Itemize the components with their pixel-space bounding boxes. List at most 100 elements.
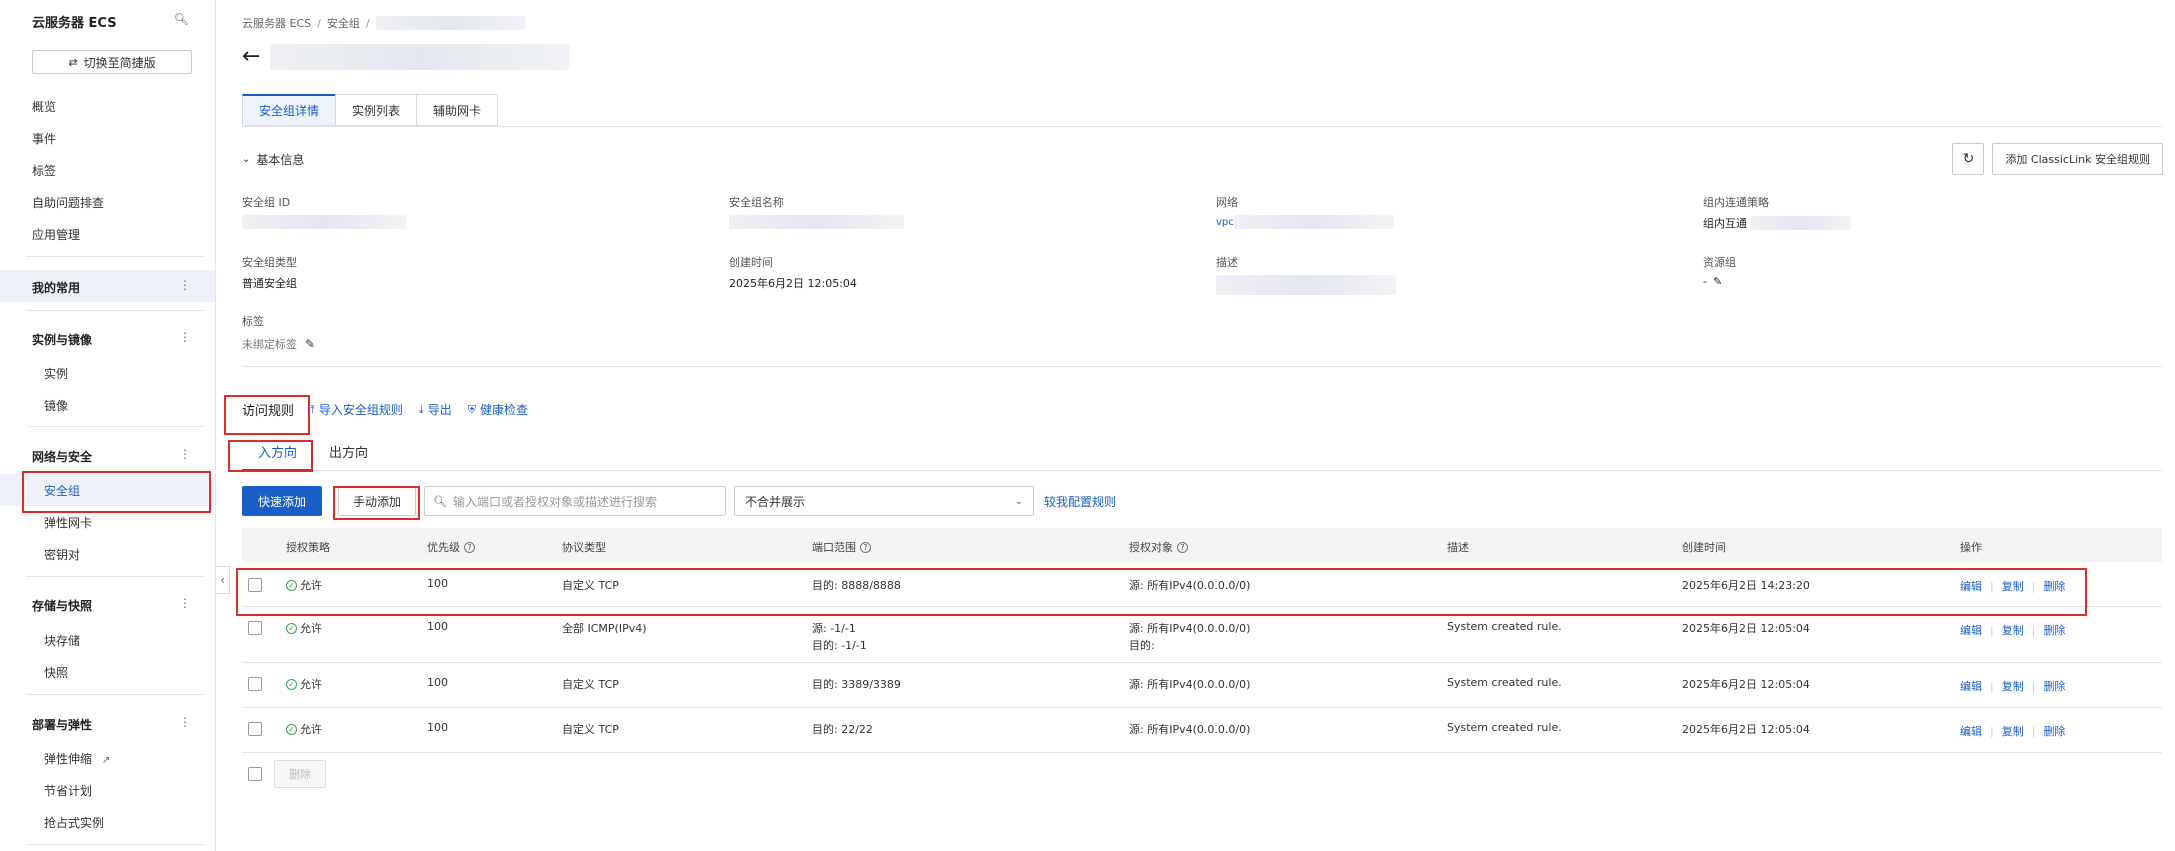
merge-display-select[interactable]: 不合并展示 ⌄ <box>734 486 1035 516</box>
edit-icon[interactable]: ✎ <box>305 337 315 351</box>
compare-config-link[interactable]: 较我配置规则 <box>1044 493 1116 510</box>
help-icon[interactable]: ? <box>860 541 871 553</box>
refresh-button[interactable]: ↻ <box>1952 143 1985 175</box>
search-icon[interactable]: 🔍︎ <box>174 12 189 26</box>
copy-link[interactable]: 复制 <box>2002 578 2024 594</box>
sg-name-value <box>729 215 904 232</box>
col-port-range: 端口范围? <box>812 539 871 555</box>
tab-outbound[interactable]: 出方向 <box>313 442 384 471</box>
col-auth-object: 授权对象? <box>1129 539 1188 555</box>
batch-delete-button[interactable]: 删除 <box>274 760 326 788</box>
export-link[interactable]: ⤓ 导出 <box>419 401 452 418</box>
rules-title[interactable]: 访问规则 <box>242 400 294 419</box>
delete-link[interactable]: 删除 <box>2043 578 2065 594</box>
row-checkbox[interactable] <box>248 722 262 736</box>
manual-add-button[interactable]: 手动添加 <box>338 486 417 516</box>
row-checkbox[interactable] <box>248 578 262 592</box>
more-icon[interactable]: ⋮ <box>179 715 191 729</box>
port-cell: 源: -1/-1 <box>812 622 856 635</box>
sidebar-item-troubleshoot[interactable]: 自助问题排查 <box>32 194 104 211</box>
sidebar-item-instance[interactable]: 实例 <box>44 365 68 382</box>
switch-icon: ⇄ <box>68 55 78 69</box>
edit-icon[interactable]: ✎ <box>1713 275 1722 288</box>
basic-info-header[interactable]: ⌄ 基本信息 <box>242 151 304 168</box>
sidebar-group-deploy[interactable]: 部署与弹性 <box>32 716 92 733</box>
delete-link[interactable]: 删除 <box>2043 678 2065 694</box>
add-classiclink-button[interactable]: 添加 ClassicLink 安全组规则 <box>1992 143 2163 175</box>
tab-secondary-eni[interactable]: 辅助网卡 <box>416 94 499 126</box>
copy-link[interactable]: 复制 <box>2002 678 2024 694</box>
sidebar-item-eni[interactable]: 弹性网卡 <box>44 514 92 531</box>
sidebar-item-overview[interactable]: 概览 <box>32 98 56 115</box>
sidebar-group-instances[interactable]: 实例与镜像 <box>32 331 92 348</box>
policy-text: 允许 <box>300 723 322 736</box>
sidebar-item-events[interactable]: 事件 <box>32 130 56 147</box>
created-value: 2025年6月2日 12:05:04 <box>729 277 857 290</box>
health-check-label: 健康检查 <box>480 403 529 417</box>
breadcrumb-item-security-group[interactable]: 安全组 <box>327 15 360 31</box>
ops-cell: 编辑 | 复制 | 删除 <box>1960 622 2065 638</box>
sidebar-header: 云服务器 ECS 🔍︎ <box>32 12 195 32</box>
col-description: 描述 <box>1447 541 1469 554</box>
more-icon[interactable]: ⋮ <box>179 330 191 344</box>
sidebar-item-savings-plan[interactable]: 节省计划 <box>44 782 92 799</box>
back-arrow-icon[interactable]: ← <box>242 46 260 68</box>
tab-instance-list[interactable]: 实例列表 <box>335 94 417 126</box>
row-checkbox[interactable] <box>248 621 262 635</box>
import-rules-link[interactable]: ⤒ 导入安全组规则 <box>310 401 403 418</box>
separator: | <box>2031 579 2036 593</box>
col-port-range-label: 端口范围 <box>812 541 856 554</box>
edit-link[interactable]: 编辑 <box>1960 723 1982 739</box>
more-icon[interactable]: ⋮ <box>179 278 191 292</box>
sidebar-item-snapshot[interactable]: 快照 <box>44 664 68 681</box>
delete-link[interactable]: 删除 <box>2043 622 2065 638</box>
switch-simple-button[interactable]: ⇄ 切换至简捷版 <box>32 50 192 74</box>
sidebar-divider <box>26 256 205 257</box>
col-policy: 授权策略 <box>286 541 330 554</box>
detail-tabs: 安全组详情 实例列表 辅助网卡 <box>242 94 499 126</box>
copy-link[interactable]: 复制 <box>2002 723 2024 739</box>
help-icon[interactable]: ? <box>1177 541 1188 553</box>
chevron-down-icon: ⌄ <box>1014 495 1024 507</box>
sidebar-item-tags[interactable]: 标签 <box>32 162 56 179</box>
select-all-checkbox[interactable] <box>248 767 262 781</box>
search-placeholder: 输入端口或者授权对象或描述进行搜索 <box>453 494 658 509</box>
edit-link[interactable]: 编辑 <box>1960 578 1982 594</box>
sidebar-group-storage[interactable]: 存储与快照 <box>32 597 92 614</box>
edit-link[interactable]: 编辑 <box>1960 622 1982 638</box>
more-icon[interactable]: ⋮ <box>179 447 191 461</box>
sidebar-item-image[interactable]: 镜像 <box>44 397 68 414</box>
sidebar-item-block-storage[interactable]: 块存储 <box>44 632 80 649</box>
breadcrumb-item-ecs[interactable]: 云服务器 ECS <box>242 15 311 31</box>
upload-icon: ⤒ <box>310 402 315 416</box>
sidebar-item-app-management[interactable]: 应用管理 <box>32 226 80 243</box>
copy-link[interactable]: 复制 <box>2002 622 2024 638</box>
sidebar-item-spot-instance[interactable]: 抢占式实例 <box>44 814 104 831</box>
quick-add-button[interactable]: 快速添加 <box>242 486 323 516</box>
collapse-sidebar-button[interactable]: ‹ <box>216 566 230 594</box>
tab-sg-details[interactable]: 安全组详情 <box>242 94 336 126</box>
download-icon: ⤓ <box>418 402 424 416</box>
col-created: 创建时间 <box>1682 541 1726 554</box>
sidebar-item-autoscaling[interactable]: 弹性伸缩 ↗ <box>44 750 110 767</box>
rule-search-input[interactable]: 🔍︎ 输入端口或者授权对象或描述进行搜索 <box>424 486 727 516</box>
sidebar-item-security-group[interactable]: 安全组 <box>44 482 80 499</box>
delete-link[interactable]: 删除 <box>2043 723 2065 739</box>
priority-cell: 100 <box>427 620 448 633</box>
created-cell: 2025年6月2日 14:23:20 <box>1682 579 1810 592</box>
edit-link[interactable]: 编辑 <box>1960 678 1982 694</box>
more-icon[interactable]: ⋮ <box>179 596 191 610</box>
sidebar-item-keypair[interactable]: 密钥对 <box>44 546 80 563</box>
redacted-text <box>375 16 526 30</box>
auth-cell: 源: 所有IPv4(0.0.0.0/0) <box>1129 678 1251 691</box>
health-check-link[interactable]: ⛨ 健康检查 <box>468 401 528 418</box>
row-checkbox[interactable] <box>248 677 262 691</box>
shield-icon: ⛨ <box>467 402 477 416</box>
sidebar-group-network[interactable]: 网络与安全 <box>32 448 92 465</box>
tab-inbound[interactable]: 入方向 <box>242 442 314 471</box>
sidebar-group-favorites[interactable]: 我的常用 <box>32 279 80 296</box>
policy-cell: ✓ 允许 <box>286 721 322 737</box>
network-value[interactable]: vpc <box>1216 215 1394 229</box>
help-icon[interactable]: ? <box>464 541 475 553</box>
created-cell: 2025年6月2日 12:05:04 <box>1682 678 1810 691</box>
